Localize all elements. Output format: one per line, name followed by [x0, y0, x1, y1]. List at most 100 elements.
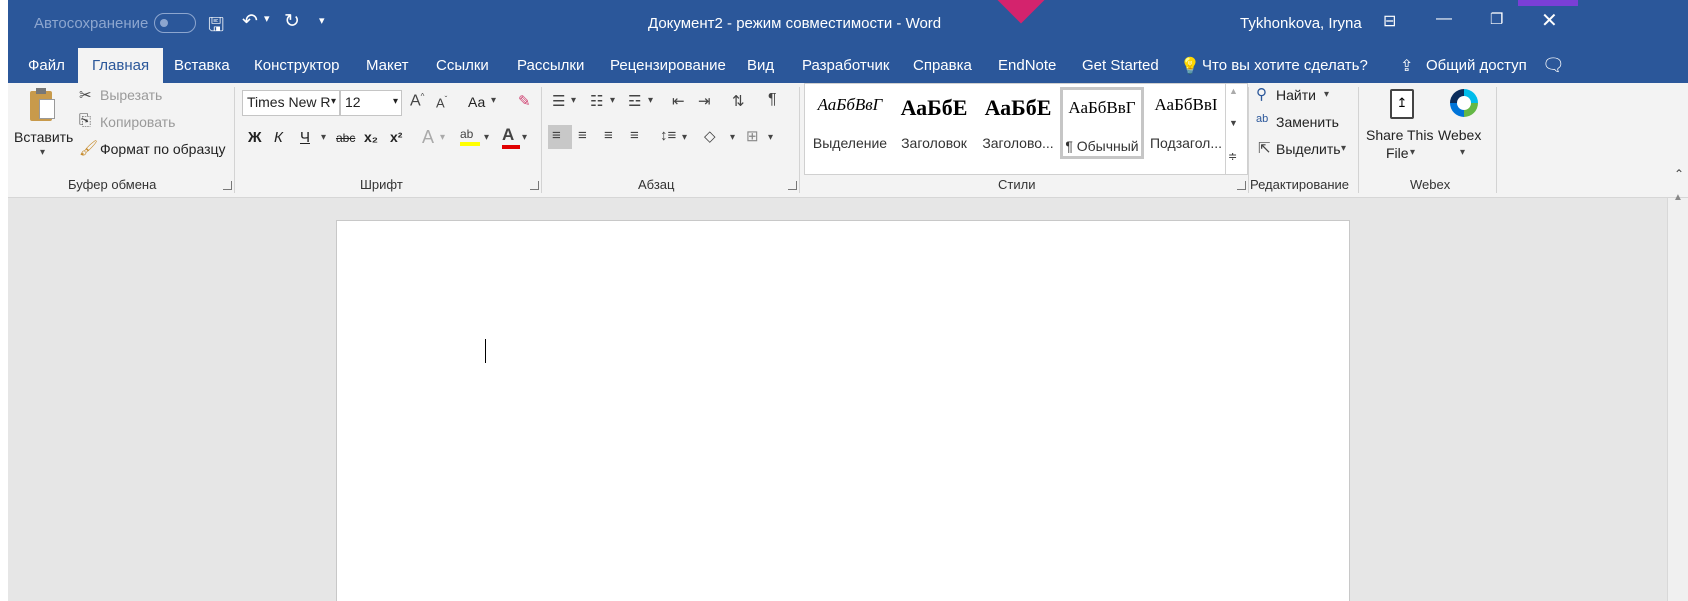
borders-icon[interactable]: ⊞ [746, 127, 759, 145]
align-left-button[interactable]: ≡ [548, 125, 572, 149]
font-name-combo[interactable]: Times New R ▾ [242, 90, 340, 116]
tab-references[interactable]: Ссылки [422, 48, 503, 83]
styles-launcher-icon[interactable] [1237, 181, 1246, 190]
tab-home[interactable]: Главная [78, 48, 164, 83]
font-color-dropdown-icon[interactable]: ▾ [522, 132, 527, 143]
paste-dropdown-icon[interactable]: ▾ [40, 147, 45, 158]
clear-formatting-icon[interactable]: ✎ [518, 92, 531, 110]
sort-icon[interactable]: ⇅ [732, 92, 745, 110]
clipboard-launcher-icon[interactable] [223, 181, 232, 190]
highlight-dropdown-icon[interactable]: ▾ [484, 132, 489, 143]
paste-button[interactable]: Вставить ▾ [14, 87, 74, 167]
tab-design[interactable]: Конструктор [240, 48, 354, 83]
borders-dropdown-icon[interactable]: ▾ [768, 132, 773, 143]
text-effects-icon[interactable]: A [422, 127, 434, 148]
decrease-indent-icon[interactable]: ⇤ [672, 92, 685, 110]
highlight-icon[interactable]: ab [460, 127, 480, 146]
autosave-toggle[interactable] [154, 13, 196, 33]
ribbon-display-icon[interactable]: ⊟ [1383, 11, 1396, 31]
grow-font-icon[interactable]: A^ [410, 92, 424, 110]
format-painter-button[interactable]: Формат по образцу [100, 141, 226, 157]
shading-icon[interactable]: ◇ [704, 127, 716, 145]
align-center-icon[interactable]: ≡ [578, 127, 587, 144]
text-effects-dropdown-icon[interactable]: ▾ [440, 132, 445, 143]
strikethrough-button[interactable]: abc [336, 131, 355, 145]
shrink-font-icon[interactable]: Aˇ [436, 95, 447, 110]
redo-icon[interactable]: ↻ [284, 10, 300, 33]
find-button[interactable]: Найти [1276, 87, 1316, 103]
undo-icon[interactable]: ↶ [242, 10, 258, 33]
close-icon[interactable]: ✕ [1541, 8, 1558, 33]
tab-endnote[interactable]: EndNote [984, 48, 1070, 83]
font-size-combo[interactable]: 12 ▾ [340, 90, 402, 116]
align-right-icon[interactable]: ≡ [604, 127, 613, 144]
style-tile[interactable]: АаБбВвГ ¶ Обычный [1060, 87, 1144, 159]
underline-button[interactable]: Ч [300, 129, 310, 146]
vertical-scrollbar[interactable]: ▲ [1667, 192, 1688, 601]
styles-scroll-up-icon[interactable]: ▲ [1229, 86, 1238, 96]
find-dropdown-icon[interactable]: ▾ [1324, 89, 1329, 100]
numbering-icon[interactable]: ☷ [590, 92, 603, 110]
restore-icon[interactable]: ❐ [1490, 10, 1503, 28]
shading-dropdown-icon[interactable]: ▾ [730, 132, 735, 143]
undo-dropdown-icon[interactable]: ▾ [264, 12, 270, 25]
cut-button[interactable]: Вырезать [100, 87, 162, 103]
bullets-icon[interactable]: ☰ [552, 92, 565, 110]
italic-button[interactable]: К [274, 129, 283, 146]
subscript-button[interactable]: x₂ [364, 129, 378, 145]
tab-file[interactable]: Файл [14, 48, 79, 83]
styles-scroll-down-icon[interactable]: ▼ [1229, 118, 1238, 128]
tab-review[interactable]: Рецензирование [596, 48, 740, 83]
style-tile[interactable]: АаБбЕ Заголово... [976, 87, 1060, 159]
font-size-dropdown-icon[interactable]: ▾ [393, 96, 398, 107]
copy-button[interactable]: Копировать [100, 114, 175, 130]
style-tile[interactable]: АаБбВвІ Подзагол... [1144, 87, 1228, 159]
styles-more-icon[interactable]: ≑ [1228, 150, 1237, 163]
share-dropdown-icon[interactable]: ▾ [1410, 147, 1415, 158]
line-spacing-dropdown-icon[interactable]: ▾ [682, 132, 687, 143]
tab-developer[interactable]: Разработчик [788, 48, 903, 83]
tab-insert[interactable]: Вставка [160, 48, 244, 83]
tab-get-started[interactable]: Get Started [1068, 48, 1173, 83]
tab-view[interactable]: Вид [733, 48, 788, 83]
multilevel-dropdown-icon[interactable]: ▾ [648, 95, 653, 106]
user-name[interactable]: Tykhonkova, Iryna [1240, 15, 1362, 32]
superscript-button[interactable]: x² [390, 129, 402, 145]
minimize-icon[interactable]: — [1436, 10, 1452, 28]
font-color-icon[interactable]: A [502, 125, 520, 149]
select-button[interactable]: Выделить [1276, 141, 1341, 157]
select-dropdown-icon[interactable]: ▾ [1341, 143, 1346, 154]
font-launcher-icon[interactable] [530, 181, 539, 190]
change-case-button[interactable]: Аа [468, 94, 485, 110]
tell-me-box[interactable]: Что вы хотите сделать? [1188, 48, 1382, 83]
numbering-dropdown-icon[interactable]: ▾ [610, 95, 615, 106]
tab-mailings[interactable]: Рассылки [503, 48, 598, 83]
justify-icon[interactable]: ≡ [630, 127, 639, 144]
tab-layout[interactable]: Макет [352, 48, 422, 83]
font-name-dropdown-icon[interactable]: ▾ [331, 96, 336, 107]
style-tile[interactable]: АаБбЕ Заголовок [892, 87, 976, 159]
multilevel-list-icon[interactable]: ☲ [628, 92, 641, 110]
paragraph-launcher-icon[interactable] [788, 181, 797, 190]
webex-button[interactable]: Webex ▾ [1434, 85, 1490, 169]
scroll-up-icon[interactable]: ▲ [1673, 192, 1683, 203]
line-spacing-icon[interactable]: ↕≡ [660, 127, 676, 144]
share-this-file-button[interactable]: ↥ Share This File ▾ [1364, 85, 1434, 169]
comments-icon[interactable]: 🗨 [1542, 55, 1565, 76]
upload-document-icon: ↥ [1390, 89, 1414, 119]
document-page[interactable] [336, 220, 1350, 601]
share-button[interactable]: Общий доступ [1412, 48, 1541, 83]
webex-dropdown-icon[interactable]: ▾ [1460, 147, 1465, 158]
style-tile[interactable]: АаБбВвГ Выделение [808, 87, 892, 159]
replace-button[interactable]: Заменить [1276, 114, 1339, 130]
bold-button[interactable]: Ж [248, 129, 262, 146]
bullets-dropdown-icon[interactable]: ▾ [571, 95, 576, 106]
collapse-ribbon-icon[interactable]: ⌃ [1674, 167, 1684, 181]
increase-indent-icon[interactable]: ⇥ [698, 92, 711, 110]
save-icon[interactable]: 🖫 [208, 11, 224, 43]
underline-dropdown-icon[interactable]: ▾ [321, 132, 326, 143]
tab-help[interactable]: Справка [899, 48, 986, 83]
show-marks-icon[interactable]: ¶ [768, 91, 777, 109]
customize-qat-icon[interactable]: ▾ [319, 14, 325, 27]
change-case-dropdown-icon[interactable]: ▾ [491, 95, 496, 106]
